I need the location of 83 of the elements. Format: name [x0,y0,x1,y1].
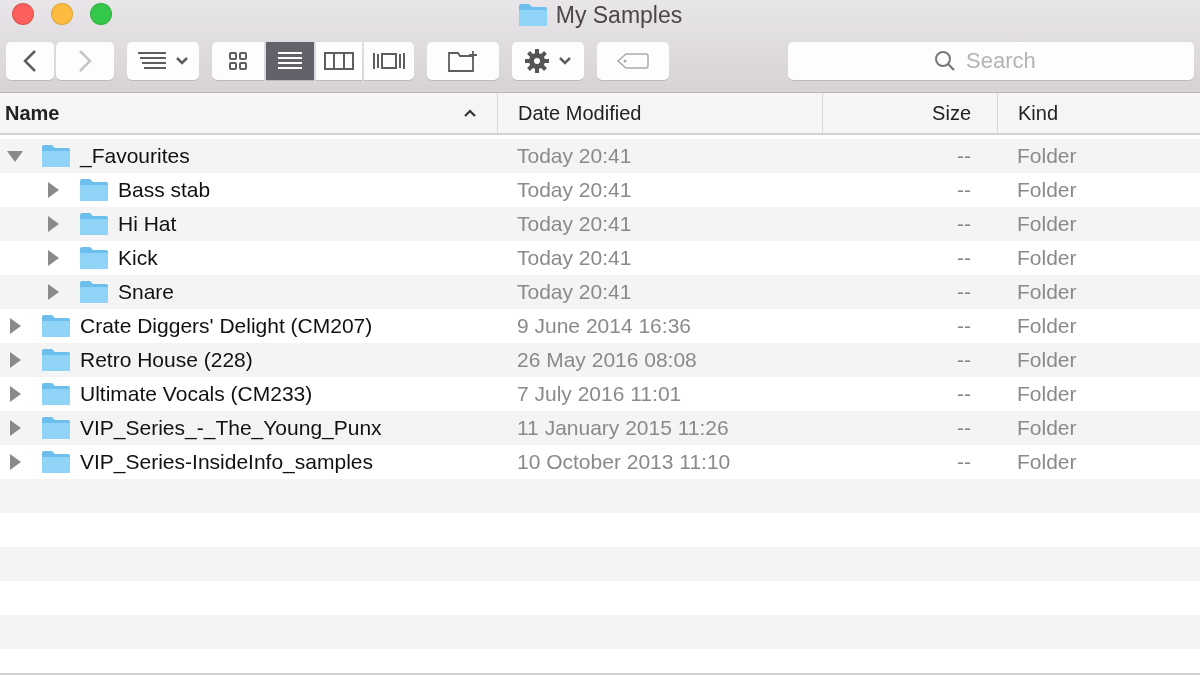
search-field[interactable]: Search [788,42,1194,80]
file-kind: Folder [1016,382,1078,406]
list-indent-icon [137,51,167,71]
folder-icon [41,144,71,168]
arrange-button[interactable] [127,42,199,80]
date-modified: 11 January 2015 11:26 [516,416,730,440]
folder-plus-icon [447,49,479,73]
column-header[interactable]: Date Modified [497,93,822,133]
cover-flow-icon [372,51,406,71]
view-button[interactable] [212,42,264,80]
file-size: -- [957,212,972,236]
column-header[interactable]: Size [822,93,997,133]
date-modified: 10 October 2013 11:10 [516,450,732,474]
close-button[interactable] [12,3,34,25]
folder-icon [79,212,109,236]
file-size: -- [957,382,972,406]
file-name: Ultimate Vocals (CM233) [79,382,313,406]
folder-icon [41,416,71,440]
folder-icon [41,450,71,474]
date-modified: Today 20:41 [516,178,633,202]
file-name: Bass stab [117,178,211,202]
date-modified: Today 20:41 [516,212,633,236]
zoom-button[interactable] [90,3,112,25]
file-name: VIP_Series-InsideInfo_samples [79,450,373,474]
date-modified: Today 20:41 [516,246,633,270]
file-size: -- [957,348,972,372]
new-folder-button[interactable] [427,42,499,80]
file-size: -- [957,280,972,304]
chevron-right-icon [78,49,92,73]
folder-icon [41,314,71,338]
file-kind: Folder [1016,144,1078,168]
file-size: -- [957,246,972,270]
search-input[interactable]: Search [964,47,1048,75]
file-kind: Folder [1016,246,1078,270]
back-button[interactable] [6,42,54,80]
chevron-down-icon [175,56,189,66]
file-kind: Folder [1016,178,1078,202]
view-button[interactable] [266,42,314,80]
file-size: -- [957,144,972,168]
tags-button[interactable] [597,42,669,80]
file-name: Snare [117,280,175,304]
file-kind: Folder [1016,348,1078,372]
folder-icon [517,3,548,27]
folder-icon [41,348,71,372]
minimize-button[interactable] [51,3,73,25]
chevron-down-icon [558,56,572,66]
view-button[interactable] [316,42,362,80]
list-icon [277,51,303,71]
file-size: -- [957,178,972,202]
column-header[interactable]: Name [0,93,497,133]
date-modified: Today 20:41 [516,280,633,304]
chevron-left-icon [23,49,37,73]
column-header[interactable]: Kind [997,93,1200,133]
window-title: My Samples [555,1,683,29]
file-name: VIP_Series_-_The_Young_Punx [79,416,382,440]
view-button[interactable] [364,42,414,80]
file-size: -- [957,450,972,474]
file-size: -- [957,314,972,338]
file-name: Retro House (228) [79,348,253,372]
grid-icon [228,51,248,71]
date-modified: 26 May 2016 08:08 [516,348,698,372]
date-modified: 9 June 2014 16:36 [516,314,692,338]
file-name: Hi Hat [117,212,177,236]
file-kind: Folder [1016,314,1078,338]
search-icon [934,50,956,72]
file-size: -- [957,416,972,440]
date-modified: Today 20:41 [516,144,633,168]
action-button[interactable] [512,42,584,80]
date-modified: 7 July 2016 11:01 [516,382,683,406]
tag-icon [616,52,650,70]
folder-icon [41,382,71,406]
folder-icon [79,246,109,270]
file-kind: Folder [1016,450,1078,474]
file-kind: Folder [1016,416,1078,440]
file-kind: Folder [1016,212,1078,236]
file-name: Crate Diggers' Delight (CM207) [79,314,373,338]
columns-icon [324,52,354,70]
folder-icon [79,178,109,202]
file-kind: Folder [1016,280,1078,304]
file-name: Kick [117,246,158,270]
gear-icon [524,48,550,74]
folder-icon [79,280,109,304]
file-name: _Favourites [78,144,190,168]
